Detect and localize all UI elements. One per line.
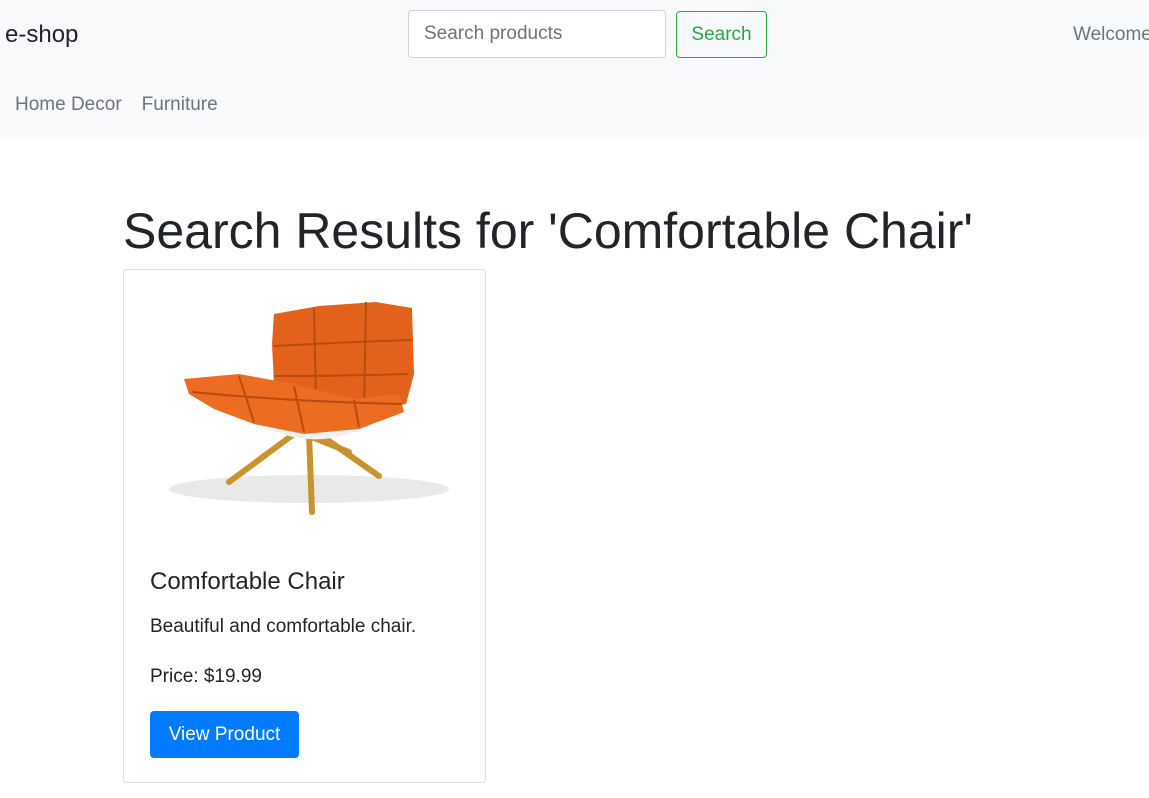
welcome-text: Welcome — [1073, 24, 1149, 45]
view-product-button[interactable]: View Product — [150, 711, 299, 758]
category-nav: Home Decor Furniture — [15, 92, 218, 118]
product-price: Price: $19.99 — [150, 666, 262, 687]
page-title: Search Results for 'Comfortable Chair' — [123, 203, 973, 259]
product-card: Comfortable Chair Beautiful and comforta… — [123, 269, 486, 783]
search-input[interactable] — [408, 10, 666, 58]
product-image[interactable] — [144, 284, 465, 524]
product-description: Beautiful and comfortable chair. — [150, 616, 417, 637]
search-button[interactable]: Search — [676, 11, 767, 58]
nav-link-furniture[interactable]: Furniture — [142, 92, 218, 118]
product-name: Comfortable Chair — [150, 568, 345, 595]
nav-link-home-decor[interactable]: Home Decor — [15, 92, 122, 118]
navbar: e-shop Search Welcome Home Decor Furnitu… — [0, 0, 1149, 139]
brand-logo[interactable]: e-shop — [5, 19, 78, 51]
